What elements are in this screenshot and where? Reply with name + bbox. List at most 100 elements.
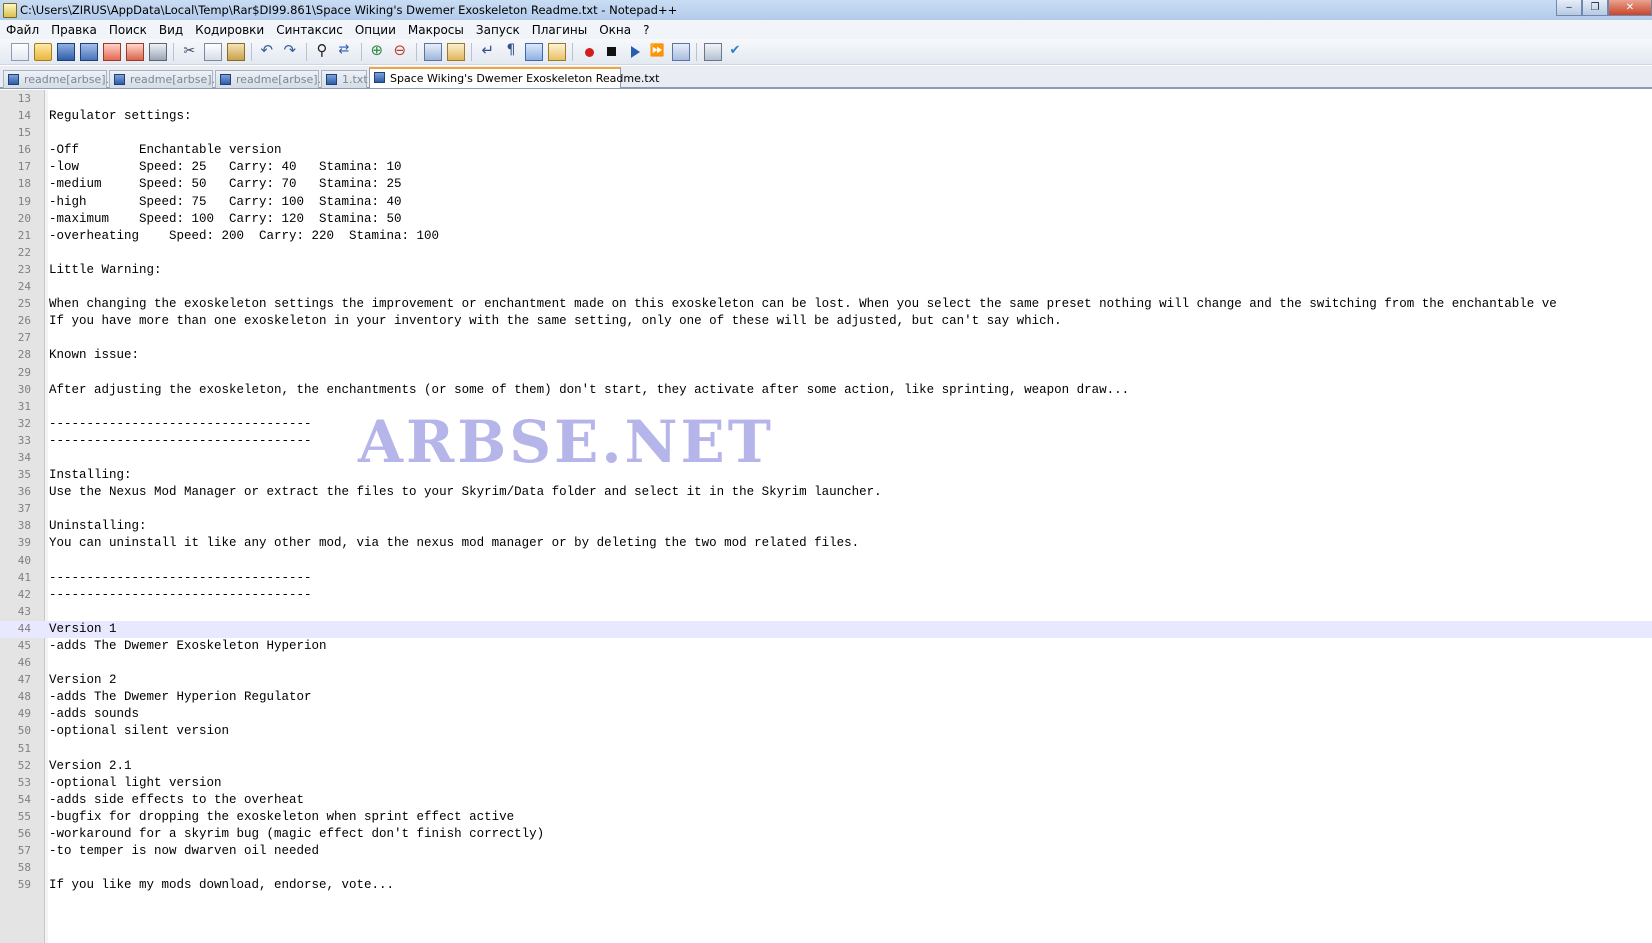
editor-line[interactable]: 27 (0, 330, 1652, 347)
editor-line[interactable]: 14 Regulator settings: (0, 108, 1652, 125)
sync-horizontal-icon[interactable] (446, 42, 465, 61)
editor-line[interactable]: 20 -maximum Speed: 100 Carry: 120 Stamina… (0, 211, 1652, 228)
editor-line[interactable]: 25 When changing the exoskeleton settings… (0, 296, 1652, 313)
editor-line[interactable]: 32 ----------------------------------- (0, 416, 1652, 433)
editor-line[interactable]: 48 -adds The Dwemer Hyperion Regulator (0, 689, 1652, 706)
editor-line[interactable]: 40 (0, 553, 1652, 570)
editor-line[interactable]: 51 (0, 741, 1652, 758)
run-macro-multiple-icon[interactable] (649, 43, 667, 61)
sync-vertical-icon[interactable] (423, 42, 442, 61)
editor-line[interactable]: 15 (0, 125, 1652, 142)
editor-line[interactable]: 21 -overheating Speed: 200 Carry: 220 Sta… (0, 228, 1652, 245)
editor-line[interactable]: 35 Installing: (0, 467, 1652, 484)
editor-line[interactable]: 13 (0, 91, 1652, 108)
show-all-chars-icon[interactable] (502, 42, 520, 61)
tab-1[interactable]: readme[arbse].txt (3, 70, 124, 88)
editor-line[interactable]: 39 You can uninstall it like any other mo… (0, 535, 1652, 552)
editor-line[interactable]: 44 Version 1 (0, 620, 1652, 638)
editor-line[interactable]: 46 (0, 655, 1652, 672)
file-new-icon[interactable] (10, 42, 29, 61)
editor-line[interactable]: 54 -adds side effects to the overheat (0, 792, 1652, 809)
editor-line[interactable]: 26 If you have more than one exoskeleton … (0, 313, 1652, 330)
line-number: 29 (17, 365, 31, 379)
tab-4[interactable]: 1.txt (321, 70, 368, 88)
editor-line[interactable]: 45 -adds The Dwemer Exoskeleton Hyperion (0, 638, 1652, 655)
undo-icon[interactable] (259, 41, 277, 61)
word-wrap-icon[interactable] (479, 41, 497, 61)
cut-icon[interactable] (181, 43, 199, 61)
copy-icon[interactable] (203, 42, 222, 61)
editor-line[interactable]: 30 After adjusting the exoskeleton, the e… (0, 382, 1652, 399)
tab-2[interactable]: readme[arbse].txt (109, 70, 230, 88)
menu-item-9[interactable]: Запуск (470, 23, 526, 37)
editor-line[interactable]: 43 (0, 604, 1652, 621)
editor-line[interactable]: 28 Known issue: (0, 347, 1652, 364)
editor-line[interactable]: 36 Use the Nexus Mod Manager or extract t… (0, 484, 1652, 501)
menu-item-2[interactable]: Правка (45, 23, 103, 37)
editor-line[interactable]: 59 If you like my mods download, endorse,… (0, 877, 1652, 894)
close-doc-icon[interactable] (102, 42, 121, 61)
editor-line[interactable]: 42 ----------------------------------- (0, 587, 1652, 604)
folder-open-icon[interactable] (33, 42, 52, 61)
editor-line[interactable]: 57 -to temper is now dwarven oil needed (0, 843, 1652, 860)
menu-item-7[interactable]: Опции (349, 23, 402, 37)
editor-line[interactable]: 58 (0, 860, 1652, 877)
menu-item-6[interactable]: Синтаксис (270, 23, 349, 37)
close-button[interactable]: ✕ (1608, 0, 1652, 16)
menu-item-3[interactable]: Поиск (103, 23, 153, 37)
plugin-icon[interactable] (703, 42, 722, 61)
editor-line[interactable]: 19 -high Speed: 75 Carry: 100 Stamina: 40 (0, 194, 1652, 211)
zoom-out-icon[interactable] (392, 41, 410, 61)
play-macro-icon[interactable] (626, 43, 644, 61)
tab-5[interactable]: Space Wiking's Dwemer Exoskeleton Readme… (369, 67, 660, 88)
editor-line[interactable]: 47 Version 2 (0, 672, 1652, 689)
editor-line[interactable]: 31 (0, 399, 1652, 416)
menu-item-1[interactable]: Файл (0, 23, 45, 37)
menu-item-8[interactable]: Макросы (402, 23, 470, 37)
editor-line[interactable]: 29 (0, 365, 1652, 382)
editor-line[interactable]: 24 (0, 279, 1652, 296)
zoom-in-icon[interactable] (369, 41, 387, 61)
redo-icon[interactable] (282, 41, 300, 61)
editor-line[interactable]: 52 Version 2.1 (0, 758, 1652, 775)
line-text: Installing: (49, 468, 132, 483)
editor-line[interactable]: 37 (0, 501, 1652, 518)
editor-line[interactable]: 56 -workaround for a skyrim bug (magic ef… (0, 826, 1652, 843)
save-all-icon[interactable] (79, 42, 98, 61)
save-macro-icon[interactable] (671, 42, 690, 61)
line-text: -adds sounds (49, 707, 140, 722)
document-map-icon[interactable] (547, 42, 566, 61)
editor-line[interactable]: 23 Little Warning: (0, 262, 1652, 279)
replace-icon[interactable] (337, 42, 355, 61)
editor-line[interactable]: 49 -adds sounds (0, 706, 1652, 723)
maximize-button[interactable]: ❐ (1582, 0, 1608, 16)
stop-macro-icon[interactable] (603, 43, 621, 61)
spell-check-icon[interactable] (727, 43, 745, 61)
indent-guide-icon[interactable] (524, 42, 543, 61)
minimize-button[interactable]: ‒ (1556, 0, 1582, 16)
editor-line[interactable]: 50 -optional silent version (0, 723, 1652, 740)
save-icon[interactable] (56, 42, 75, 61)
paste-icon[interactable] (226, 42, 245, 61)
close-all-icon[interactable] (125, 42, 144, 61)
print-icon[interactable] (148, 42, 167, 61)
editor-line[interactable]: 55 -bugfix for dropping the exoskeleton w… (0, 809, 1652, 826)
menu-item-11[interactable]: Окна (593, 23, 637, 37)
find-icon[interactable] (314, 41, 332, 61)
tab-3[interactable]: readme[arbse].txt (215, 70, 336, 88)
menu-item-10[interactable]: Плагины (526, 23, 593, 37)
menu-item-12[interactable]: ? (637, 23, 655, 37)
menu-item-5[interactable]: Кодировки (189, 23, 270, 37)
menu-item-4[interactable]: Вид (153, 23, 189, 37)
text-editor[interactable]: 13 14 Regulator settings: 15 16 -Off Enchanta… (0, 90, 1652, 943)
editor-line[interactable]: 18 -medium Speed: 50 Carry: 70 Stamina: 2… (0, 176, 1652, 193)
editor-line[interactable]: 17 -low Speed: 25 Carry: 40 Stamina: 10 (0, 159, 1652, 176)
editor-line[interactable]: 38 Uninstalling: (0, 518, 1652, 535)
editor-line[interactable]: 22 (0, 245, 1652, 262)
editor-line[interactable]: 16 -Off Enchantable version (0, 142, 1652, 159)
editor-line[interactable]: 34 (0, 450, 1652, 467)
record-macro-icon[interactable] (580, 43, 598, 61)
editor-line[interactable]: 33 ----------------------------------- (0, 433, 1652, 450)
editor-line[interactable]: 53 -optional light version (0, 775, 1652, 792)
editor-line[interactable]: 41 ----------------------------------- (0, 570, 1652, 587)
